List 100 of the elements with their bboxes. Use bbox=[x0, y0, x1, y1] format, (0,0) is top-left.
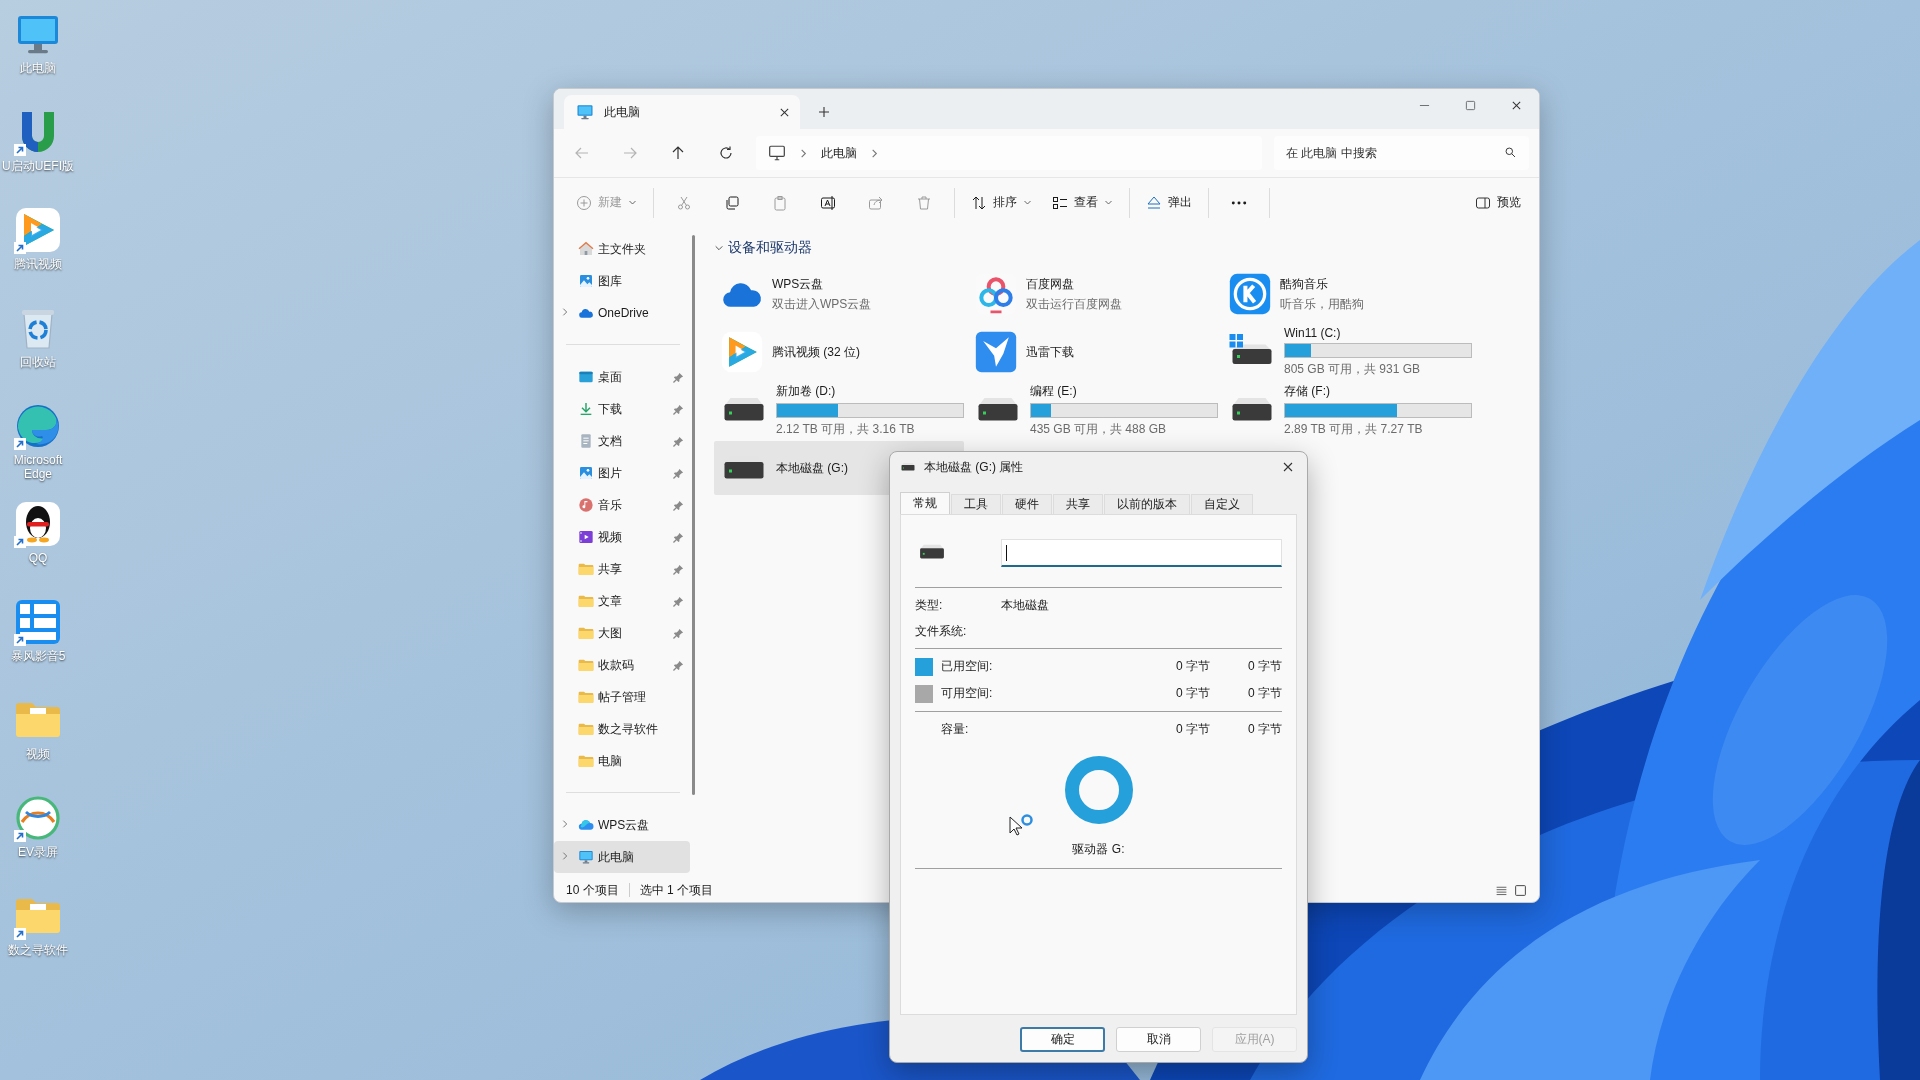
rename-icon bbox=[820, 194, 836, 211]
share-icon bbox=[868, 194, 884, 211]
sidebar-item[interactable]: 图片 bbox=[554, 457, 690, 489]
dialog-tab[interactable]: 以前的版本 bbox=[1104, 494, 1190, 514]
dialog-tab[interactable]: 常规 bbox=[900, 492, 950, 514]
tab-title: 此电脑 bbox=[604, 103, 641, 121]
sidebar-item[interactable]: 图库 bbox=[554, 265, 690, 297]
trash-icon bbox=[916, 194, 932, 211]
monitor-icon bbox=[578, 849, 594, 865]
bird-icon bbox=[974, 330, 1018, 374]
caret-icon bbox=[1104, 198, 1113, 207]
folder-icon bbox=[578, 753, 594, 769]
forward-arrow-icon bbox=[622, 145, 638, 161]
capacity-label: 容量: bbox=[940, 721, 970, 738]
item-title: 新加卷 (D:) bbox=[776, 382, 837, 400]
sort-icon bbox=[971, 194, 987, 211]
close-icon bbox=[1510, 99, 1522, 111]
clipboard-icon bbox=[772, 194, 788, 211]
sidebar-item[interactable]: 收款码 bbox=[554, 649, 690, 681]
sidebar-item[interactable]: 下载 bbox=[554, 393, 690, 425]
sidebar-item[interactable]: 主文件夹 bbox=[554, 233, 690, 265]
item-count: 10 个项目 bbox=[566, 881, 619, 899]
chevron-icon[interactable] bbox=[560, 851, 570, 861]
music-note-icon bbox=[578, 497, 594, 513]
close-icon bbox=[1282, 461, 1294, 473]
close-tab-button[interactable] bbox=[779, 106, 790, 118]
size-value: 0 字节 bbox=[1247, 685, 1282, 702]
app-tile[interactable]: 腾讯视频 (32 位) bbox=[714, 325, 964, 379]
breadcrumb-item[interactable]: 此电脑 bbox=[821, 144, 857, 162]
sidebar-item[interactable]: 大图 bbox=[554, 617, 690, 649]
folder-icon bbox=[578, 657, 594, 673]
scrollbar-thumb[interactable] bbox=[692, 235, 695, 795]
chevron-icon[interactable] bbox=[560, 819, 570, 829]
sidebar-item[interactable]: 文档 bbox=[554, 425, 690, 457]
tiles-view-button[interactable] bbox=[1514, 883, 1527, 897]
section-header[interactable]: 设备和驱动器 bbox=[714, 235, 1539, 261]
more-icon bbox=[1231, 200, 1247, 205]
address-bar[interactable]: 此电脑 bbox=[756, 136, 1262, 170]
drive-tile[interactable]: 新加卷 (D:) 2.12 TB 可用，共 3.16 TB bbox=[714, 383, 964, 437]
item-title: 酷狗音乐 bbox=[1280, 275, 1329, 293]
app-tile[interactable]: WPS云盘 双击进入WPS云盘 bbox=[714, 267, 964, 321]
app-tile[interactable]: 迅雷下载 bbox=[968, 325, 1218, 379]
item-title: 存储 (F:) bbox=[1284, 382, 1331, 400]
size-value: 0 字节 bbox=[1247, 721, 1282, 738]
sidebar-item[interactable]: OneDrive bbox=[554, 297, 690, 329]
view-button[interactable]: 查看 bbox=[1046, 186, 1119, 219]
window-tab[interactable]: 此电脑 bbox=[564, 95, 800, 129]
sidebar-item[interactable]: 帖子管理 bbox=[554, 681, 690, 713]
sidebar-item[interactable]: 数之寻软件 bbox=[554, 713, 690, 745]
sidebar-item[interactable]: 桌面 bbox=[554, 361, 690, 393]
app-tile[interactable]: 酷狗音乐 听音乐，用酷狗 bbox=[1222, 267, 1472, 321]
preview-button[interactable]: 预览 bbox=[1469, 186, 1527, 219]
dialog-button[interactable]: 取消 bbox=[1116, 1027, 1201, 1052]
eject-icon bbox=[1146, 194, 1162, 211]
sidebar-item[interactable]: 共享 bbox=[554, 553, 690, 585]
item-title: WPS云盘 bbox=[772, 275, 825, 293]
scissors-icon bbox=[676, 194, 692, 211]
space-label: 可用空间: bbox=[941, 685, 994, 702]
play-icon bbox=[720, 330, 764, 374]
search-field[interactable]: 在 此电脑 中搜索 bbox=[1274, 136, 1529, 170]
sidebar-item[interactable]: 文章 bbox=[554, 585, 690, 617]
document-icon bbox=[578, 433, 594, 449]
sidebar-item[interactable]: 音乐 bbox=[554, 489, 690, 521]
item-title: 本地磁盘 (G:) bbox=[776, 459, 848, 477]
folder-icon bbox=[578, 625, 594, 641]
eject-button[interactable]: 弹出 bbox=[1140, 186, 1198, 219]
caret-icon bbox=[628, 198, 637, 207]
dialog-tab[interactable]: 工具 bbox=[951, 494, 1001, 514]
free-space-text: 435 GB 可用，共 488 GB bbox=[1030, 420, 1168, 438]
drive-tile[interactable]: Win11 (C:) 805 GB 可用，共 931 GB bbox=[1222, 325, 1472, 379]
item-subtitle: 双击运行百度网盘 bbox=[1026, 295, 1122, 313]
back-arrow-icon bbox=[574, 145, 590, 161]
free-space-text: 2.89 TB 可用，共 7.27 TB bbox=[1284, 420, 1424, 438]
chevron-icon bbox=[798, 147, 809, 159]
dialog-tab[interactable]: 自定义 bbox=[1191, 494, 1253, 514]
chevron-icon bbox=[869, 147, 880, 159]
close-icon bbox=[779, 106, 790, 118]
name-field[interactable] bbox=[1001, 539, 1282, 567]
folder-icon bbox=[578, 593, 594, 609]
drive-tile[interactable]: 编程 (E:) 435 GB 可用，共 488 GB bbox=[968, 383, 1218, 437]
dialog-tab[interactable]: 共享 bbox=[1053, 494, 1103, 514]
search-icon bbox=[1504, 146, 1517, 159]
video-icon bbox=[578, 529, 594, 545]
picture-icon bbox=[578, 273, 594, 289]
plus-icon bbox=[818, 106, 830, 118]
dialog-tab[interactable]: 硬件 bbox=[1002, 494, 1052, 514]
sort-button[interactable]: 排序 bbox=[965, 186, 1038, 219]
item-title: 迅雷下载 bbox=[1026, 343, 1074, 361]
drive-tile[interactable]: 存储 (F:) 2.89 TB 可用，共 7.27 TB bbox=[1222, 383, 1472, 437]
sidebar-item[interactable]: WPS云盘 bbox=[554, 809, 690, 841]
sidebar-item[interactable]: 视频 bbox=[554, 521, 690, 553]
folder-icon bbox=[578, 561, 594, 577]
chevron-icon[interactable] bbox=[560, 307, 570, 317]
up-arrow-icon bbox=[670, 145, 686, 161]
cloud-icon bbox=[578, 817, 594, 833]
view-icon bbox=[1052, 194, 1068, 211]
dialog-button[interactable]: 确定 bbox=[1020, 1027, 1105, 1052]
sidebar-item[interactable]: 此电脑 bbox=[554, 841, 690, 873]
sidebar-item[interactable]: 电脑 bbox=[554, 745, 690, 777]
app-tile[interactable]: 百度网盘 双击运行百度网盘 bbox=[968, 267, 1218, 321]
